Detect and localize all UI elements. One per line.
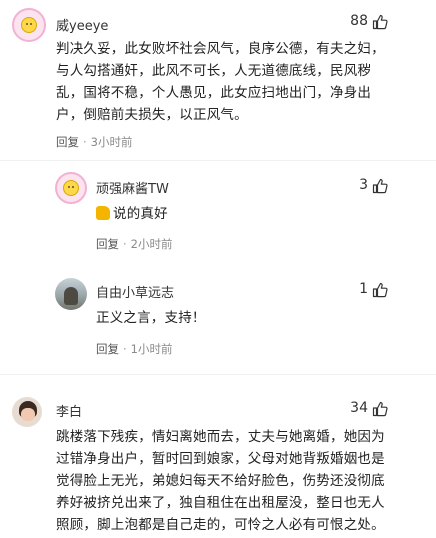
reply-text-content: 说的真好 (113, 206, 168, 222)
like-count: 3 (359, 177, 368, 193)
comment-author[interactable]: 威yeeye (56, 15, 108, 34)
like-count: 88 (350, 13, 368, 29)
reply-author[interactable]: 自由小草远志 (96, 282, 174, 301)
reply-text: 正义之言，支持！ (96, 310, 206, 326)
smiley-face-icon (21, 17, 37, 33)
reply-meta: 回复 · 2小时前 (96, 237, 173, 251)
avatar[interactable] (12, 397, 42, 427)
reply-author[interactable]: 顽强麻酱TW (96, 178, 169, 197)
comment-text: 跳楼落下残疾，情妇离她而去，丈夫与她离婚，她因为过错净身出户，暂时回到娘家，父母… (56, 429, 385, 533)
reply-text: 说的真好 (96, 203, 168, 225)
reply-meta: 回复 · 1小时前 (96, 342, 173, 356)
thumbs-up-icon[interactable] (372, 282, 388, 298)
divider (0, 374, 436, 375)
reply-time: 1小时前 (130, 342, 173, 356)
thumbs-up-icon[interactable] (372, 178, 388, 194)
reply-time: 2小时前 (130, 237, 173, 251)
avatar[interactable] (12, 8, 46, 42)
avatar[interactable] (55, 172, 87, 204)
reply-button[interactable]: 回复 (96, 342, 119, 356)
reply-button[interactable]: 回复 (96, 237, 119, 251)
thumbs-up-icon[interactable] (372, 401, 388, 417)
divider (0, 160, 436, 161)
comment-author[interactable]: 李白 (56, 401, 82, 420)
thumbs-up-icon[interactable] (372, 14, 388, 30)
comment-text: 判决久妥，此女败坏社会风气，良序公德，有夫之妇，与人勾搭通奸，此风不可长，人无道… (56, 41, 385, 123)
like-count: 34 (350, 400, 368, 416)
like-count: 1 (359, 281, 368, 297)
comment-time: 3小时前 (90, 135, 133, 149)
comment-meta: 回复 · 3小时前 (56, 135, 133, 149)
thumbs-up-emoji (96, 206, 110, 220)
avatar[interactable] (55, 278, 87, 310)
reply-button[interactable]: 回复 (56, 135, 79, 149)
smiley-face-icon (63, 180, 79, 196)
